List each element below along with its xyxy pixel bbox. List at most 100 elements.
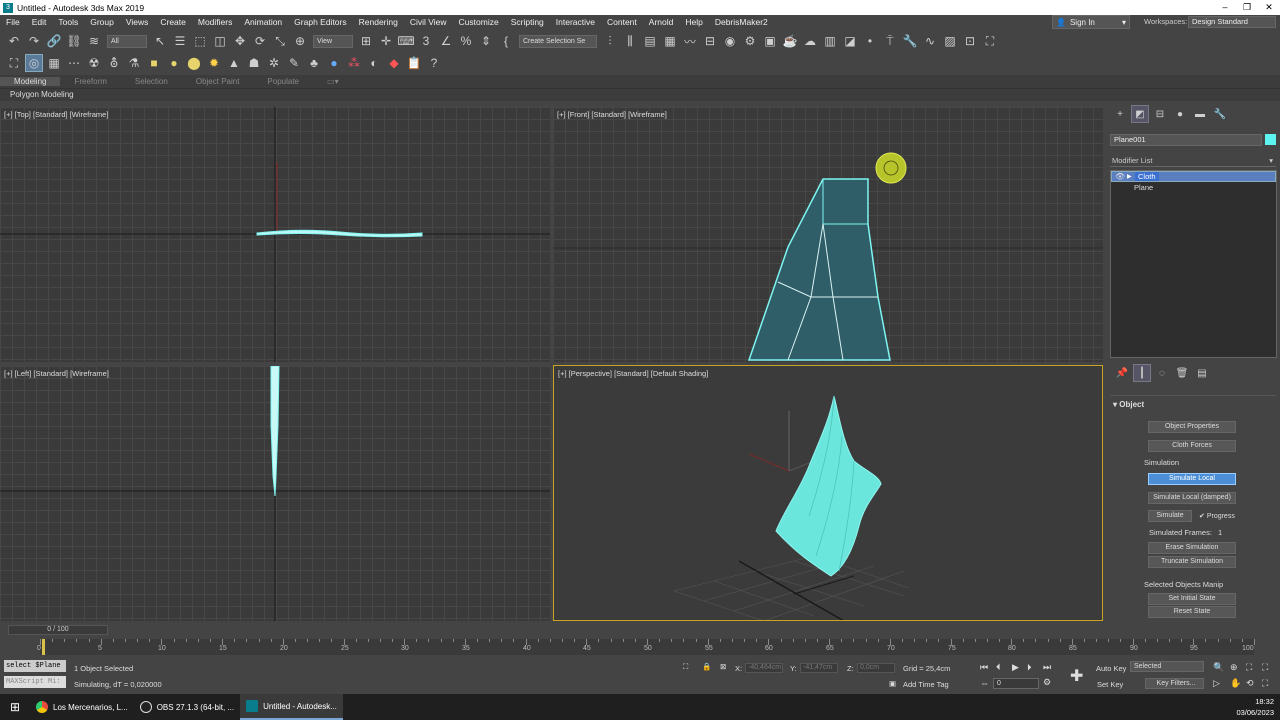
render-in-cloud-icon[interactable]: ☁ [801, 32, 819, 50]
window-crossing-icon[interactable]: ◫ [211, 32, 229, 50]
keyboard-shortcut-icon[interactable]: ⌨ [397, 32, 415, 50]
menu-views[interactable]: Views [120, 17, 155, 27]
align-icon[interactable]: ⫼ [621, 32, 639, 50]
viewport-left-label[interactable]: [+] [Left] [Standard] [Wireframe] [4, 369, 109, 378]
menu-content[interactable]: Content [601, 17, 643, 27]
menu-debrismaker2[interactable]: DebrisMaker2 [709, 17, 774, 27]
cylinder-icon[interactable]: ⬤ [185, 54, 203, 72]
zoom-icon[interactable]: 🔍 [1213, 662, 1224, 673]
motion-tab-icon[interactable]: ● [1171, 105, 1189, 123]
undo-icon[interactable]: ↶ [5, 32, 23, 50]
taskbar-item-chrome[interactable]: Los Mercenarios, L... [30, 694, 134, 720]
cone-icon[interactable]: ▲ [225, 54, 243, 72]
maximize-viewport-icon[interactable]: ⛶ [981, 32, 999, 50]
taskbar-item-obs[interactable]: OBS 27.1.3 (64-bit, ... [134, 694, 240, 720]
systems-tool-icon[interactable]: ⚗ [125, 54, 143, 72]
viewport-perspective[interactable]: [+] [Perspective] [Standard] [Default Sh… [553, 365, 1103, 621]
menu-graph-editors[interactable]: Graph Editors [288, 17, 352, 27]
configure-sets-icon[interactable]: ▤ [1193, 364, 1211, 382]
a360-gallery-icon[interactable]: ▥ [821, 32, 839, 50]
erase-simulation-button[interactable]: Erase Simulation [1148, 542, 1236, 554]
place-icon[interactable]: ⊕ [291, 32, 309, 50]
set-initial-state-button[interactable]: Set Initial State [1148, 593, 1236, 605]
set-key-icon[interactable]: ✚ [1070, 666, 1083, 686]
menu-arnold[interactable]: Arnold [643, 17, 680, 27]
bind-space-warp-icon[interactable]: ≋ [85, 32, 103, 50]
expand-icon[interactable]: ▶ [1127, 173, 1135, 180]
link-icon[interactable]: 🔗 [45, 32, 63, 50]
cameras-tool-icon[interactable]: ⋯ [65, 54, 83, 72]
create-tab-icon[interactable]: + [1111, 105, 1129, 123]
rectangular-selection-icon[interactable]: ⬚ [191, 32, 209, 50]
select-manipulate-icon[interactable]: ✛ [377, 32, 395, 50]
maximize-button[interactable]: ❐ [1236, 0, 1258, 15]
system-clock[interactable]: 18:32 03/06/2023 [1236, 696, 1274, 718]
menu-help[interactable]: Help [679, 17, 708, 27]
previous-frame-icon[interactable]: ⏴ [996, 662, 1001, 673]
viewport-top[interactable]: [+] [Top] [Standard] [Wireframe] [0, 107, 550, 362]
select-rotate-icon[interactable]: ⟳ [251, 32, 269, 50]
helpers-tool-icon[interactable]: ☢ [85, 54, 103, 72]
teapot-render-icon[interactable]: ◐ [365, 54, 383, 72]
close-button[interactable]: ✕ [1258, 0, 1280, 15]
add-time-tag[interactable]: Add Time Tag [903, 680, 949, 689]
arnold-render-icon[interactable]: ◪ [841, 32, 859, 50]
geometry-tool-icon[interactable]: ⛶ [5, 54, 23, 72]
box-icon[interactable]: ■ [145, 54, 163, 72]
menu-file[interactable]: File [0, 17, 26, 27]
dot-tool-icon[interactable]: • [861, 32, 879, 50]
redo-icon[interactable]: ↷ [25, 32, 43, 50]
rollout-title[interactable]: ▾ Object [1113, 400, 1144, 409]
spacewarps-tool-icon[interactable]: ⛢ [105, 54, 123, 72]
color-dots-icon[interactable]: ⁂ [345, 54, 363, 72]
play-icon[interactable]: ▶ [1012, 662, 1019, 673]
maximize-toggle-icon[interactable]: ⛶ [1262, 678, 1268, 689]
shapes-tool-icon[interactable]: ◎ [25, 54, 43, 72]
menu-customize[interactable]: Customize [453, 17, 505, 27]
show-end-result-icon[interactable]: ┃ [1133, 364, 1151, 382]
curve-tool-icon[interactable]: ∿ [921, 32, 939, 50]
remove-modifier-icon[interactable]: 🗑 [1173, 364, 1191, 382]
lights-tool-icon[interactable]: ▦ [45, 54, 63, 72]
zoom-extents-all-icon[interactable]: ⛶ [1262, 662, 1268, 673]
sign-in-dropdown[interactable]: 👤 Sign In ▾ [1052, 15, 1130, 29]
utilities-tab-icon[interactable]: 🔧 [1211, 105, 1229, 123]
mirror-icon[interactable]: ⫶ [601, 32, 619, 50]
x-coordinate-field[interactable]: -40,464cm [745, 663, 783, 673]
modifier-list-dropdown[interactable]: Modifier List ▾ [1110, 155, 1276, 167]
tab-selection[interactable]: Selection [121, 77, 182, 86]
key-mode-icon[interactable]: ⇔ [980, 678, 989, 688]
hierarchy-tab-icon[interactable]: ⊟ [1151, 105, 1169, 123]
spinner-snap-icon[interactable]: ⇕ [477, 32, 495, 50]
menu-interactive[interactable]: Interactive [550, 17, 601, 27]
snaps-toggle-icon[interactable]: 3 [417, 32, 435, 50]
absolute-mode-icon[interactable]: ⊠ [720, 662, 726, 671]
reset-state-button[interactable]: Reset State [1148, 606, 1236, 618]
maxscript-mini-listener[interactable]: MAXScript Mi: [4, 676, 66, 688]
viewport-front[interactable]: [+] [Front] [Standard] [Wireframe] [553, 107, 1103, 362]
menu-animation[interactable]: Animation [238, 17, 288, 27]
object-color-swatch[interactable] [1265, 134, 1276, 145]
make-unique-icon[interactable]: ◌ [1153, 364, 1171, 382]
select-scale-icon[interactable]: ⤡ [271, 32, 289, 50]
tab-modeling[interactable]: Modeling [0, 77, 61, 86]
ribbon-subpanel[interactable]: Polygon Modeling [0, 89, 1280, 101]
go-to-end-icon[interactable]: ⏭ [1043, 662, 1051, 673]
help-icon[interactable]: ? [425, 54, 443, 72]
color-cube-icon[interactable]: ◆ [385, 54, 403, 72]
pin-stack-icon[interactable]: 📌 [1113, 364, 1131, 382]
reference-coordinate-dropdown[interactable]: View [313, 34, 353, 48]
pivot-center-icon[interactable]: ⊞ [357, 32, 375, 50]
field-of-view-icon[interactable]: ▷ [1213, 678, 1220, 689]
rendered-frame-window-icon[interactable]: ▣ [761, 32, 779, 50]
menu-civil-view[interactable]: Civil View [404, 17, 453, 27]
select-object-icon[interactable]: ↖ [151, 32, 169, 50]
zoom-all-icon[interactable]: ⊕ [1230, 662, 1238, 673]
percent-snap-icon[interactable]: % [457, 32, 475, 50]
workspaces-dropdown[interactable]: Design Standard [1188, 16, 1276, 28]
render-production-icon[interactable]: ☕ [781, 32, 799, 50]
render-setup-icon[interactable]: ⚙ [741, 32, 759, 50]
tab-freeform[interactable]: Freeform [60, 77, 120, 86]
pan-icon[interactable]: ✋ [1230, 678, 1241, 689]
tree-icon[interactable]: ♣ [305, 54, 323, 72]
